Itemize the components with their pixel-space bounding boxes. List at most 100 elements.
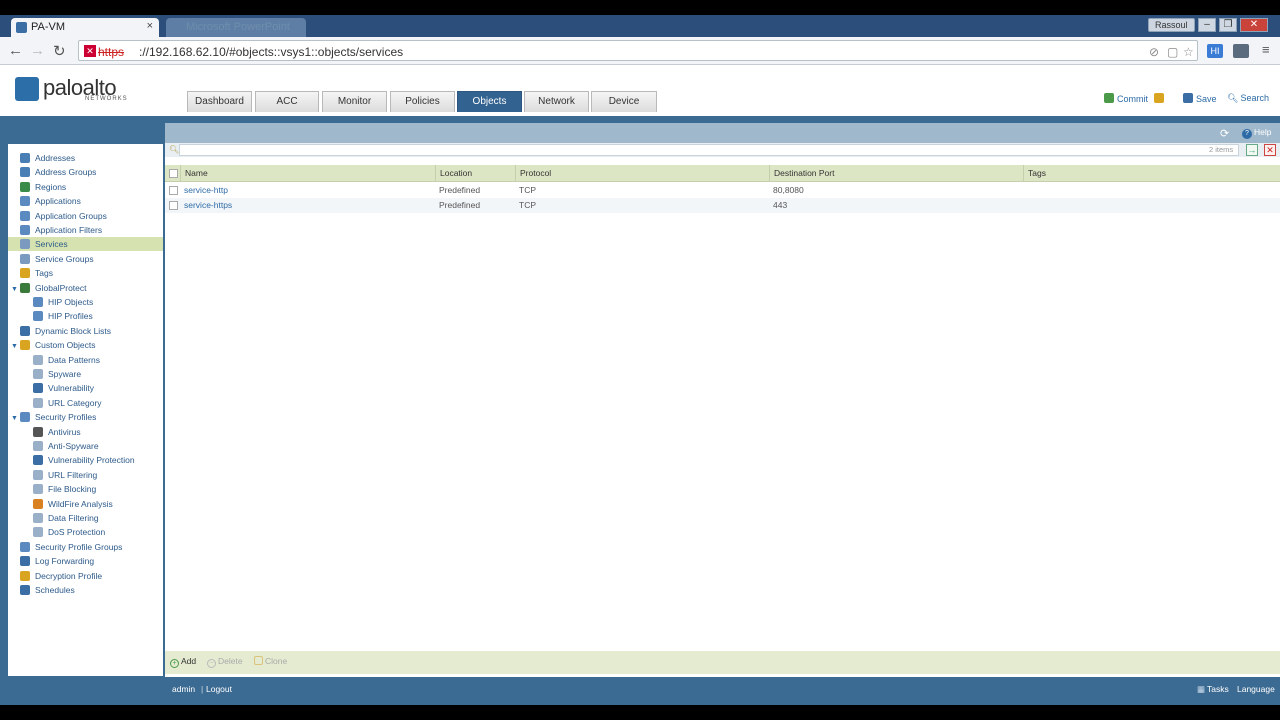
tasks-button[interactable]: ▦ Tasks bbox=[1197, 684, 1229, 695]
regions-icon bbox=[20, 181, 30, 192]
url-filtering-icon bbox=[33, 469, 43, 480]
sidebar-item-label: Regions bbox=[35, 181, 67, 192]
browser-user-badge[interactable]: Rassoul bbox=[1148, 18, 1195, 32]
browser-tab-active[interactable]: PA-VM × bbox=[11, 18, 159, 37]
browser-tab-inactive[interactable]: Microsoft PowerPoint bbox=[166, 18, 306, 37]
sidebar-item-data-patterns[interactable]: Data Patterns bbox=[8, 353, 163, 367]
sidebar-item-service-groups[interactable]: Service Groups bbox=[8, 252, 163, 266]
sidebar-item-schedules[interactable]: Schedules bbox=[8, 583, 163, 597]
sidebar-item-label: Tags bbox=[35, 268, 53, 279]
sidebar-item-spyware[interactable]: Spyware bbox=[8, 367, 163, 381]
items-count: 2 items bbox=[1209, 145, 1234, 154]
filter-input[interactable] bbox=[179, 144, 1239, 156]
select-all-checkbox[interactable] bbox=[169, 169, 178, 178]
cast-icon[interactable] bbox=[1233, 44, 1249, 58]
tab-objects[interactable]: Objects bbox=[457, 91, 522, 112]
sidebar-item-antivirus[interactable]: Antivirus bbox=[8, 425, 163, 439]
sidebar-item-log-forwarding[interactable]: Log Forwarding bbox=[8, 554, 163, 568]
sidebar-item-regions[interactable]: Regions bbox=[8, 180, 163, 194]
sidebar-item-security-profiles[interactable]: ▼ Security Profiles bbox=[8, 410, 163, 424]
tab-dashboard[interactable]: Dashboard bbox=[187, 91, 252, 112]
sidebar-item-label: Data Filtering bbox=[48, 513, 99, 523]
extension-hi-icon[interactable]: HI bbox=[1207, 44, 1223, 58]
row-destination-port: 443 bbox=[773, 200, 788, 210]
sidebar-item-data-filtering[interactable]: Data Filtering bbox=[8, 511, 163, 525]
page-action-icon[interactable]: ▢ bbox=[1167, 45, 1178, 59]
sidebar-item-vulnerability[interactable]: Vulnerability bbox=[8, 381, 163, 395]
table-row[interactable]: service-http Predefined TCP 80,8080 bbox=[165, 183, 1280, 198]
save-icon bbox=[1183, 93, 1193, 103]
tab-policies[interactable]: Policies bbox=[390, 91, 455, 112]
sidebar-item-custom-objects[interactable]: ▼ Custom Objects bbox=[8, 338, 163, 352]
reload-icon[interactable]: ↻ bbox=[53, 42, 66, 60]
column-header-protocol[interactable]: Protocol bbox=[515, 165, 769, 182]
sidebar-item-label: WildFire Analysis bbox=[48, 498, 113, 509]
address-bar[interactable]: ✕ https ://192.168.62.10/#objects::vsys1… bbox=[78, 40, 1198, 61]
tab-monitor[interactable]: Monitor bbox=[322, 91, 387, 112]
clone-button[interactable]: Clone bbox=[254, 656, 287, 666]
apply-filter-icon[interactable]: → bbox=[1246, 144, 1258, 156]
sidebar-item-url-filtering[interactable]: URL Filtering bbox=[8, 468, 163, 482]
column-header-destination-port[interactable]: Destination Port bbox=[769, 165, 1023, 182]
sidebar-item-url-category[interactable]: URL Category bbox=[8, 396, 163, 410]
commit-button[interactable]: Commit bbox=[1104, 93, 1167, 104]
row-checkbox[interactable] bbox=[169, 186, 178, 195]
lock-icon[interactable] bbox=[1153, 93, 1164, 103]
sidebar-item-dynamic-block-lists[interactable]: Dynamic Block Lists bbox=[8, 324, 163, 338]
clear-filter-icon[interactable]: ✕ bbox=[1264, 144, 1276, 156]
sidebar-item-anti-spyware[interactable]: Anti-Spyware bbox=[8, 439, 163, 453]
insecure-warning-icon: ✕ bbox=[84, 45, 96, 57]
sidebar-item-file-blocking[interactable]: File Blocking bbox=[8, 482, 163, 496]
tab-device[interactable]: Device bbox=[591, 91, 657, 112]
sidebar-item-addresses[interactable]: Addresses bbox=[8, 151, 163, 165]
globalprotect-icon bbox=[20, 282, 30, 293]
sidebar-item-application-groups[interactable]: Application Groups bbox=[8, 209, 163, 223]
bookmark-star-icon[interactable]: ☆ bbox=[1183, 45, 1194, 59]
file-blocking-icon bbox=[33, 484, 43, 495]
sidebar-item-tags[interactable]: Tags bbox=[8, 266, 163, 280]
help-button[interactable]: ? Help bbox=[1242, 127, 1271, 139]
sidebar-item-decryption-profile[interactable]: Decryption Profile bbox=[8, 569, 163, 583]
back-arrow-icon[interactable]: ← bbox=[8, 42, 23, 59]
refresh-icon[interactable]: ⟳ bbox=[1220, 127, 1229, 140]
tab-network[interactable]: Network bbox=[524, 91, 589, 112]
column-header-tags[interactable]: Tags bbox=[1023, 165, 1280, 182]
window-close-button[interactable]: ✕ bbox=[1240, 18, 1268, 32]
service-name-link[interactable]: service-https bbox=[180, 198, 232, 213]
service-name-link[interactable]: service-http bbox=[180, 183, 228, 198]
search-button[interactable]: 🔍︎ Search bbox=[1227, 93, 1269, 104]
sidebar-item-services[interactable]: Services bbox=[8, 237, 163, 252]
block-icon[interactable]: ⊘ bbox=[1149, 45, 1159, 59]
add-button[interactable]: + Add bbox=[170, 656, 196, 668]
sidebar-item-vulnerability-protection[interactable]: Vulnerability Protection bbox=[8, 453, 163, 467]
hip-objects-icon bbox=[33, 297, 43, 307]
table-header: Name Location Protocol Destination Port … bbox=[165, 165, 1280, 182]
sidebar-item-application-filters[interactable]: Application Filters bbox=[8, 223, 163, 237]
row-checkbox[interactable] bbox=[169, 201, 178, 210]
sidebar-item-hip-objects[interactable]: HIP Objects bbox=[8, 295, 163, 309]
logout-link[interactable]: Logout bbox=[206, 684, 232, 694]
save-button[interactable]: Save bbox=[1183, 93, 1217, 104]
column-header-name[interactable]: Name bbox=[180, 165, 435, 182]
tab-close-icon[interactable]: × bbox=[147, 20, 153, 32]
sidebar-item-hip-profiles[interactable]: HIP Profiles bbox=[8, 309, 163, 323]
tab-acc[interactable]: ACC bbox=[255, 91, 319, 112]
sidebar-item-security-profile-groups[interactable]: Security Profile Groups bbox=[8, 540, 163, 554]
sidebar-item-applications[interactable]: Applications bbox=[8, 194, 163, 208]
table-row[interactable]: service-https Predefined TCP 443 bbox=[165, 198, 1280, 213]
menu-icon[interactable]: ≡ bbox=[1262, 42, 1270, 57]
column-header-location[interactable]: Location bbox=[435, 165, 515, 182]
security-profiles-icon bbox=[20, 412, 30, 423]
restore-button[interactable]: ❐ bbox=[1219, 18, 1237, 32]
sidebar-item-globalprotect[interactable]: ▼ GlobalProtect bbox=[8, 281, 163, 295]
sidebar-item-label: DoS Protection bbox=[48, 527, 106, 538]
sidebar-item-dos-protection[interactable]: DoS Protection bbox=[8, 525, 163, 539]
sidebar-item-label: Service Groups bbox=[35, 253, 94, 264]
minimize-button[interactable]: – bbox=[1198, 18, 1216, 32]
language-link[interactable]: Language bbox=[1237, 684, 1275, 694]
admin-user[interactable]: admin bbox=[172, 684, 195, 694]
sidebar-item-wildfire-analysis[interactable]: WildFire Analysis bbox=[8, 497, 163, 511]
sidebar-item-address-groups[interactable]: Address Groups bbox=[8, 165, 163, 179]
delete-button[interactable]: − Delete bbox=[207, 656, 243, 668]
forward-arrow-icon[interactable]: → bbox=[30, 42, 45, 59]
